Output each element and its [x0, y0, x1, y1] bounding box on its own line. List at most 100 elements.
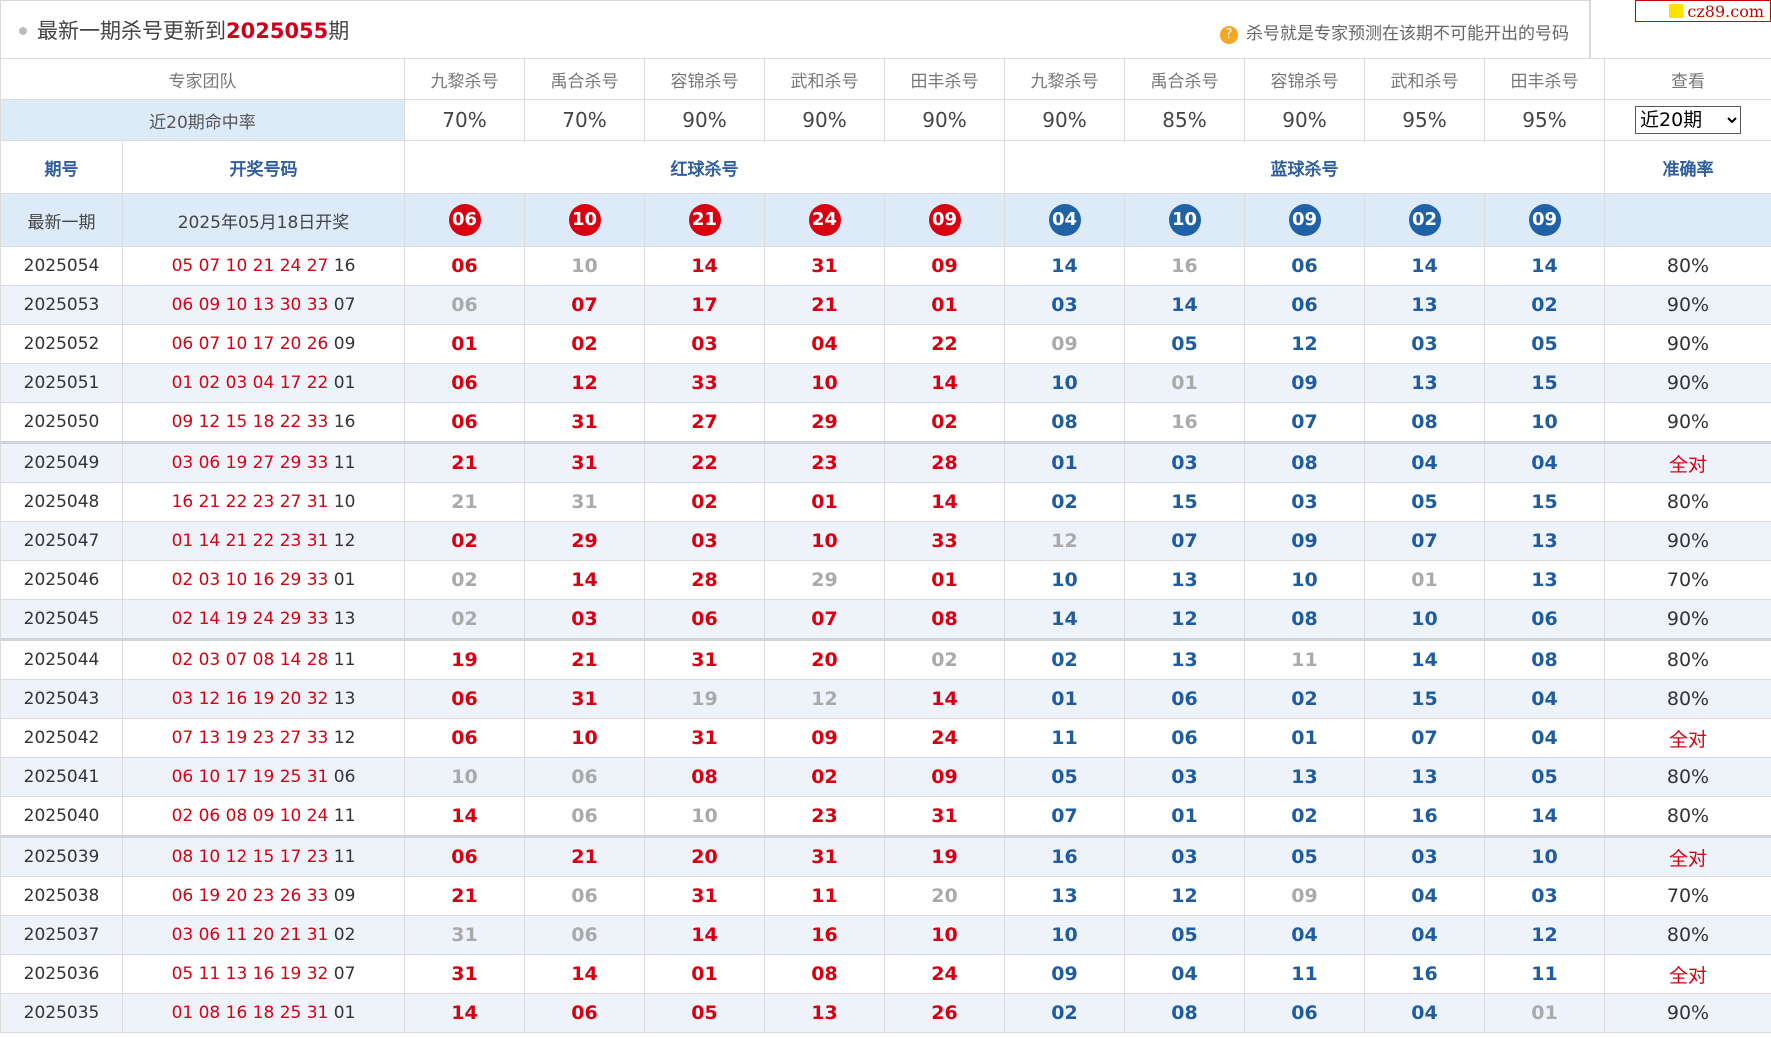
red-kill-number: 11 [764, 876, 885, 916]
draw-numbers: 03 06 11 20 21 31 02 [122, 915, 405, 955]
table-row: 2025043 03 12 16 19 20 32 13 06 31 19 12 14 01 0… [0, 679, 1771, 719]
hit-rate: 90% [644, 99, 765, 141]
blue-kill-number: 16 [1004, 835, 1125, 877]
blue-kill-number: 02 [1004, 638, 1125, 680]
draw-red-numbers: 03 12 16 19 20 32 [171, 689, 329, 709]
blue-kill-number: 08 [1244, 599, 1365, 640]
red-kill-number: 31 [524, 402, 645, 443]
accuracy-value: 90% [1604, 363, 1771, 403]
red-kill-number: 02 [524, 324, 645, 364]
draw-numbers: 08 10 12 15 17 23 11 [122, 835, 405, 877]
hit-rate: 70% [404, 99, 525, 141]
red-kill-number: 29 [764, 402, 885, 443]
table-row: 2025041 06 10 17 19 25 31 06 10 06 08 02 09 05 0… [0, 757, 1771, 797]
hit-rate-label: 近20期命中率 [0, 99, 405, 141]
blue-kill-number: 04 [1364, 993, 1485, 1033]
expert-name: 武和杀号 [1364, 58, 1485, 100]
red-kill-number: 01 [884, 285, 1005, 325]
draw-blue-number: 07 [333, 295, 356, 315]
red-kill-number: 08 [884, 599, 1005, 640]
red-kill-number: 19 [404, 638, 525, 680]
blue-kill-number: 14 [1004, 246, 1125, 286]
red-kill-number: 31 [524, 679, 645, 719]
period-select[interactable]: 近20期 [1635, 106, 1741, 134]
kill-number-page: 最新一期杀号更新到2025055期 ? 杀号就是专家预测在该期不可能开出的号码 c… [0, 0, 1771, 1038]
draw-red-numbers: 02 06 08 09 10 24 [171, 806, 329, 826]
red-kill-number: 10 [764, 363, 885, 403]
view-label: 查看 [1604, 58, 1771, 100]
red-kill-number: 10 [884, 915, 1005, 955]
accuracy-value: 80% [1604, 246, 1771, 286]
issue-number: 2025049 [0, 441, 123, 483]
draw-header: 开奖号码 [122, 140, 405, 194]
table-row: 2025039 08 10 12 15 17 23 11 06 21 20 31 19 16 0… [0, 835, 1771, 877]
blue-kill-number: 06 [1124, 679, 1245, 719]
blue-kill-number: 14 [1484, 246, 1605, 286]
hit-rate: 90% [1244, 99, 1365, 141]
latest-red-kill-cell: 09 [884, 193, 1005, 247]
latest-row: 最新一期 2025年05月18日开奖 06 10 21 24 09 04 10 09 02 09 [0, 193, 1771, 247]
latest-red-kill-cell: 06 [404, 193, 525, 247]
blue-kill-number: 14 [1004, 599, 1125, 640]
issue-number: 2025038 [0, 876, 123, 916]
draw-blue-number: 12 [333, 728, 356, 748]
draw-blue-number: 01 [333, 570, 356, 590]
draw-red-numbers: 05 07 10 21 24 27 [171, 256, 329, 276]
red-kill-number: 03 [644, 324, 765, 364]
blue-kill-number: 15 [1364, 679, 1485, 719]
blue-kill-number: 15 [1124, 482, 1245, 522]
red-kill-number: 06 [404, 402, 525, 443]
draw-blue-number: 07 [333, 964, 356, 984]
hit-rate: 90% [1004, 99, 1125, 141]
hit-rate: 90% [764, 99, 885, 141]
red-kill-number: 31 [764, 246, 885, 286]
accuracy-value: 70% [1604, 876, 1771, 916]
blue-kill-number: 12 [1244, 324, 1365, 364]
table-row: 2025054 05 07 10 21 24 27 16 06 10 14 31 09 14 1… [0, 246, 1771, 286]
latest-blue-kill-cell: 09 [1484, 193, 1605, 247]
draw-red-numbers: 09 12 15 18 22 33 [171, 412, 329, 432]
draw-numbers: 02 03 10 16 29 33 01 [122, 560, 405, 600]
blue-kill-number: 14 [1364, 638, 1485, 680]
table-row: 2025040 02 06 08 09 10 24 11 14 06 10 23 31 07 0… [0, 796, 1771, 837]
issue-number: 2025046 [0, 560, 123, 600]
red-kill-number: 04 [764, 324, 885, 364]
red-kill-number: 10 [524, 246, 645, 286]
draw-numbers: 02 14 19 24 29 33 13 [122, 599, 405, 640]
blue-kill-number: 12 [1124, 876, 1245, 916]
blue-kill-number: 12 [1004, 521, 1125, 561]
draw-red-numbers: 01 08 16 18 25 31 [171, 1003, 329, 1023]
blue-kill-number: 07 [1004, 796, 1125, 837]
table-row: 2025037 03 06 11 20 21 31 02 31 06 14 16 10 10 0… [0, 915, 1771, 955]
red-kill-number: 14 [884, 679, 1005, 719]
red-kill-number: 31 [644, 876, 765, 916]
draw-numbers: 07 13 19 23 27 33 12 [122, 718, 405, 758]
red-kill-number: 14 [644, 915, 765, 955]
blue-kill-number: 16 [1364, 796, 1485, 837]
red-kill-number: 06 [404, 679, 525, 719]
red-kill-number: 27 [644, 402, 765, 443]
draw-numbers: 05 07 10 21 24 27 16 [122, 246, 405, 286]
blue-kill-number: 03 [1244, 482, 1365, 522]
red-kill-number: 13 [764, 993, 885, 1033]
bullet-icon [19, 27, 27, 35]
red-kill-number: 10 [404, 757, 525, 797]
expert-name: 禹合杀号 [524, 58, 645, 100]
blue-kill-number: 10 [1004, 363, 1125, 403]
blue-kill-number: 09 [1244, 521, 1365, 561]
red-kill-number: 31 [524, 441, 645, 483]
red-kill-number: 09 [884, 246, 1005, 286]
red-kill-number: 12 [764, 679, 885, 719]
blue-kill-number: 05 [1484, 324, 1605, 364]
table-row: 2025051 01 02 03 04 17 22 01 06 12 33 10 14 10 0… [0, 363, 1771, 403]
draw-blue-number: 11 [333, 806, 356, 826]
accuracy-value: 80% [1604, 757, 1771, 797]
draw-blue-number: 09 [333, 886, 356, 906]
accuracy-header: 准确率 [1604, 140, 1771, 194]
red-kill-number: 02 [644, 482, 765, 522]
site-badge[interactable]: cz89.com [1635, 0, 1771, 22]
blue-kill-number: 14 [1124, 285, 1245, 325]
accuracy-value: 80% [1604, 679, 1771, 719]
latest-red-kill-cell: 10 [524, 193, 645, 247]
update-period: 2025055 [226, 19, 329, 43]
